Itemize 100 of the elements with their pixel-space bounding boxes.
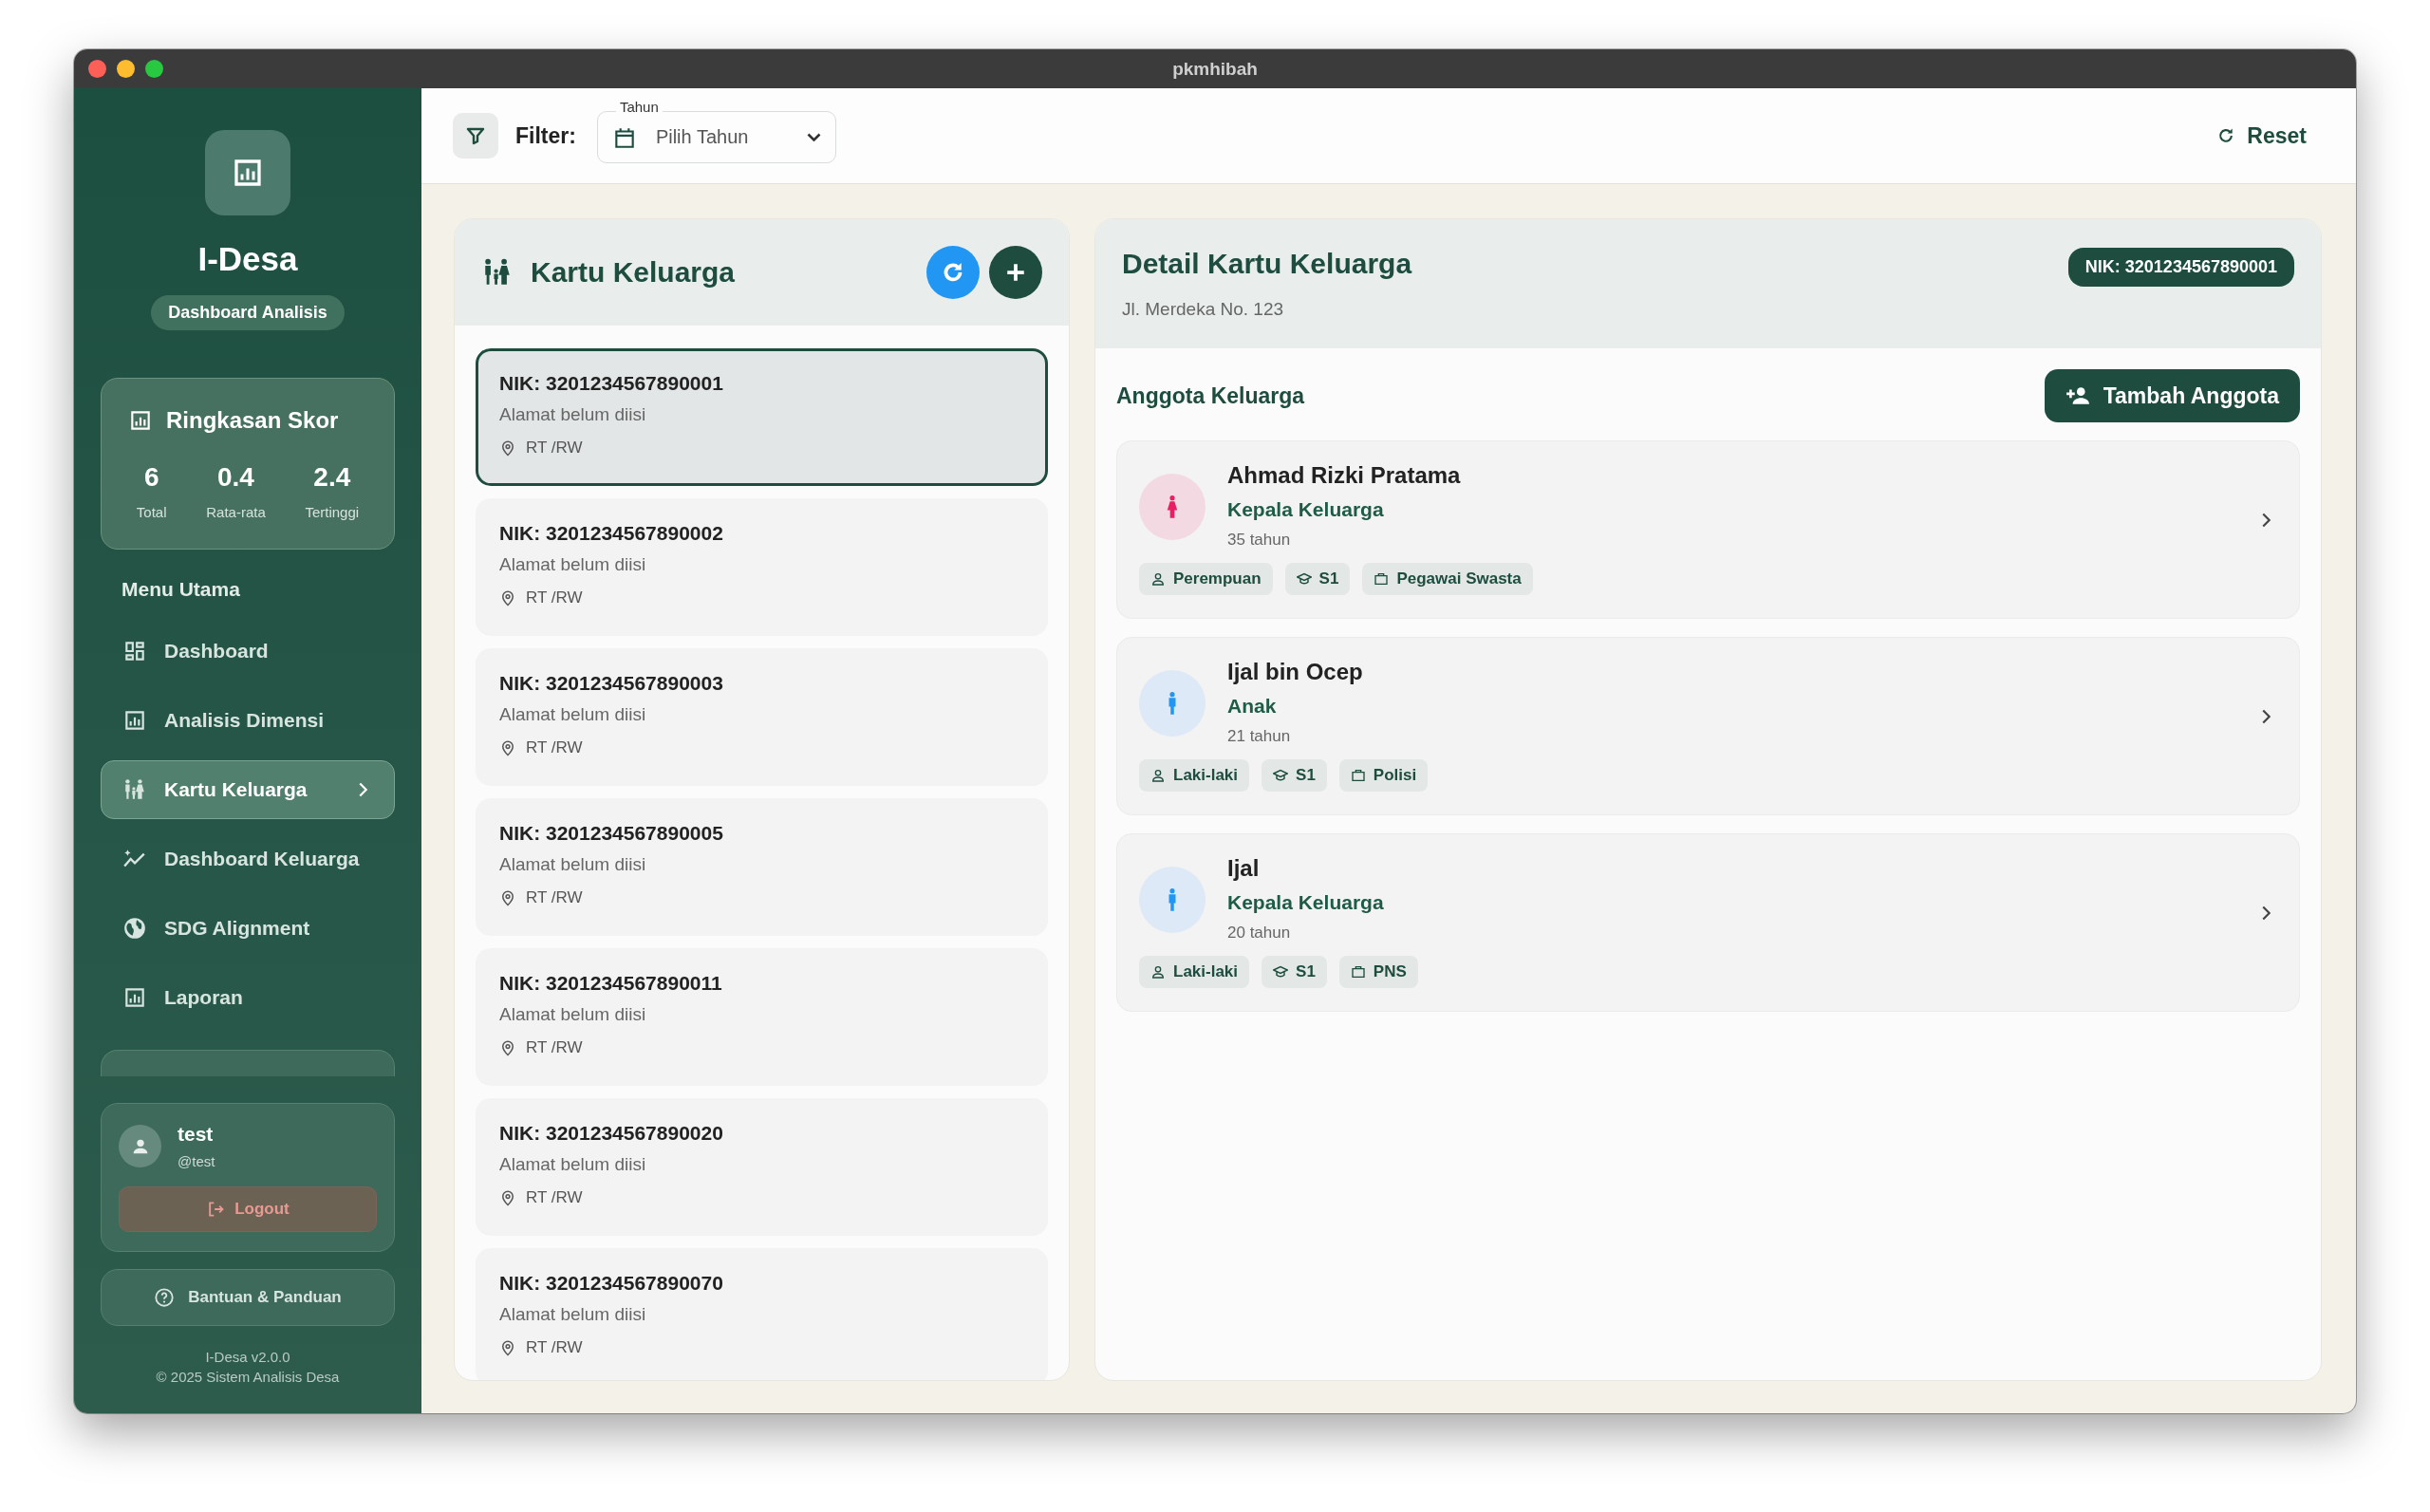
panel-title: Kartu Keluarga [531, 256, 736, 289]
family-card[interactable]: NIK: 3201234567890002 Alamat belum diisi RT /RW [476, 498, 1048, 636]
year-select[interactable]: Tahun Pilih Tahun [596, 99, 836, 163]
stat-label: Tertinggi [305, 504, 360, 520]
education-tag: S1 [1262, 956, 1327, 988]
address-text: Alamat belum diisi [499, 704, 647, 725]
education-tag: S1 [1284, 563, 1351, 595]
member-name: Ijal [1227, 855, 1261, 882]
menu-heading: Menu Utama [122, 578, 240, 601]
footer-text: I-Desa v2.0.0 [205, 1349, 290, 1365]
family-card[interactable]: NIK: 3201234567890011 Alamat belum diisi RT /RW [476, 948, 1048, 1086]
refresh-button[interactable] [926, 246, 980, 299]
globe-icon [122, 916, 147, 941]
family-card[interactable]: NIK: 3201234567890005 Alamat belum diisi RT /RW [476, 798, 1048, 936]
gender-tag: Laki-laki [1139, 956, 1250, 988]
member-card[interactable]: Ijal bin Ocep Anak 21 tahun Laki-laki S1 Polisi [1116, 637, 2300, 815]
briefcase-icon [1350, 964, 1366, 980]
close-button[interactable] [88, 60, 106, 78]
address-text: Alamat belum diisi [499, 554, 647, 575]
location-pin-icon [499, 1339, 516, 1356]
person-icon [1150, 964, 1166, 980]
stat-value: 6 [143, 462, 159, 493]
address-text: Alamat belum diisi [499, 1154, 647, 1175]
graduation-cap-icon [1296, 571, 1312, 587]
rt-rw-text: RT /RW [526, 588, 583, 607]
briefcase-icon [1374, 571, 1390, 587]
nik-text: NIK: 3201234567890020 [499, 1122, 724, 1145]
graduation-cap-icon [1273, 768, 1289, 783]
nik-text: NIK: 3201234567890003 [499, 672, 724, 695]
help-button[interactable]: Bantuan & Panduan [101, 1269, 395, 1326]
member-name: Ijal bin Ocep [1227, 659, 1364, 685]
job-tag: Pegawai Swasta [1362, 563, 1533, 595]
menu-item[interactable]: Dashboard [101, 622, 395, 681]
nik-badge: NIK: 3201234567890001 [2067, 248, 2294, 287]
gender-tag: Laki-laki [1139, 759, 1250, 792]
member-card[interactable]: Ahmad Rizki Pratama Kepala Keluarga 35 tahun Perempuan S1 Pegawai Swasta [1116, 440, 2300, 619]
job-tag: Polisi [1338, 759, 1429, 792]
help-icon [154, 1287, 176, 1308]
nik-text: NIK: 3201234567890001 [499, 372, 724, 395]
zoom-button[interactable] [145, 60, 163, 78]
user-handle: @test [178, 1153, 215, 1169]
detail-title: Detail Kartu Keluarga [1122, 248, 1412, 280]
filter-label: Filter: [515, 122, 576, 149]
family-card[interactable]: NIK: 3201234567890003 Alamat belum diisi RT /RW [476, 648, 1048, 786]
minimize-button[interactable] [117, 60, 135, 78]
section-title: Anggota Keluarga [1116, 383, 1305, 409]
rt-rw-text: RT /RW [526, 1188, 583, 1207]
app-badge: Dashboard Analisis [151, 295, 345, 330]
member-age: 35 tahun [1227, 531, 1292, 550]
person-icon [1150, 571, 1166, 587]
window-title: pkmhibah [1172, 58, 1258, 80]
gender-tag: Perempuan [1139, 563, 1273, 595]
avatar-icon [119, 1125, 161, 1167]
member-role: Kepala Keluarga [1227, 891, 1385, 914]
location-pin-icon [499, 739, 516, 756]
briefcase-icon [1350, 768, 1366, 783]
reset-button[interactable]: Reset [2211, 121, 2312, 150]
family-card[interactable]: NIK: 3201234567890070 Alamat belum diisi RT /RW [476, 1248, 1048, 1380]
member-age: 20 tahun [1227, 924, 1292, 943]
menu-item[interactable]: Kartu Keluarga [101, 760, 395, 819]
location-pin-icon [499, 1039, 516, 1056]
menu-item[interactable]: Dashboard Keluarga [101, 830, 395, 888]
chart-icon [122, 985, 147, 1010]
address-text: Jl. Merdeka No. 123 [1122, 299, 1285, 320]
address-text: Alamat belum diisi [499, 404, 647, 425]
filter-icon [453, 113, 498, 159]
logo-icon [205, 130, 290, 215]
nik-text: NIK: 3201234567890070 [499, 1272, 724, 1295]
rt-rw-text: RT /RW [526, 1338, 583, 1357]
family-icon [122, 777, 147, 802]
nik-text: NIK: 3201234567890002 [499, 522, 724, 545]
nik-text: NIK: 3201234567890011 [499, 972, 723, 995]
rt-rw-text: RT /RW [526, 738, 583, 757]
job-tag: PNS [1338, 956, 1418, 988]
menu-item[interactable]: Analisis Dimensi [101, 691, 395, 750]
member-role: Anak [1227, 695, 1278, 718]
stat-label: Total [136, 504, 167, 520]
chevron-down-icon [806, 133, 821, 141]
menu-item[interactable]: SDG Alignment [101, 899, 395, 958]
app-name: I-Desa [197, 240, 298, 278]
person-icon [1150, 768, 1166, 783]
education-tag: S1 [1262, 759, 1327, 792]
chart-icon [122, 708, 147, 733]
location-pin-icon [499, 589, 516, 607]
family-card[interactable]: NIK: 3201234567890001 Alamat belum diisi RT /RW [476, 348, 1048, 486]
family-card[interactable]: NIK: 3201234567890020 Alamat belum diisi RT /RW [476, 1098, 1048, 1236]
rt-rw-text: RT /RW [526, 439, 583, 457]
member-card[interactable]: Ijal Kepala Keluarga 20 tahun Laki-laki S1 PNS [1116, 833, 2300, 1012]
location-pin-icon [499, 439, 516, 457]
add-member-button[interactable]: Tambah Anggota [2044, 369, 2300, 422]
summary-title: Ringkasan Skor [166, 407, 339, 434]
menu-item[interactable]: Laporan [101, 968, 395, 1027]
add-button[interactable] [989, 246, 1042, 299]
stat-value: 2.4 [313, 462, 351, 493]
user-name: test [178, 1123, 215, 1146]
rt-rw-text: RT /RW [526, 888, 583, 907]
stat-label: Rata-rata [206, 504, 266, 520]
member-name: Ahmad Rizki Pratama [1227, 462, 1462, 489]
stat-value: 0.4 [217, 462, 254, 493]
address-text: Alamat belum diisi [499, 1004, 647, 1025]
